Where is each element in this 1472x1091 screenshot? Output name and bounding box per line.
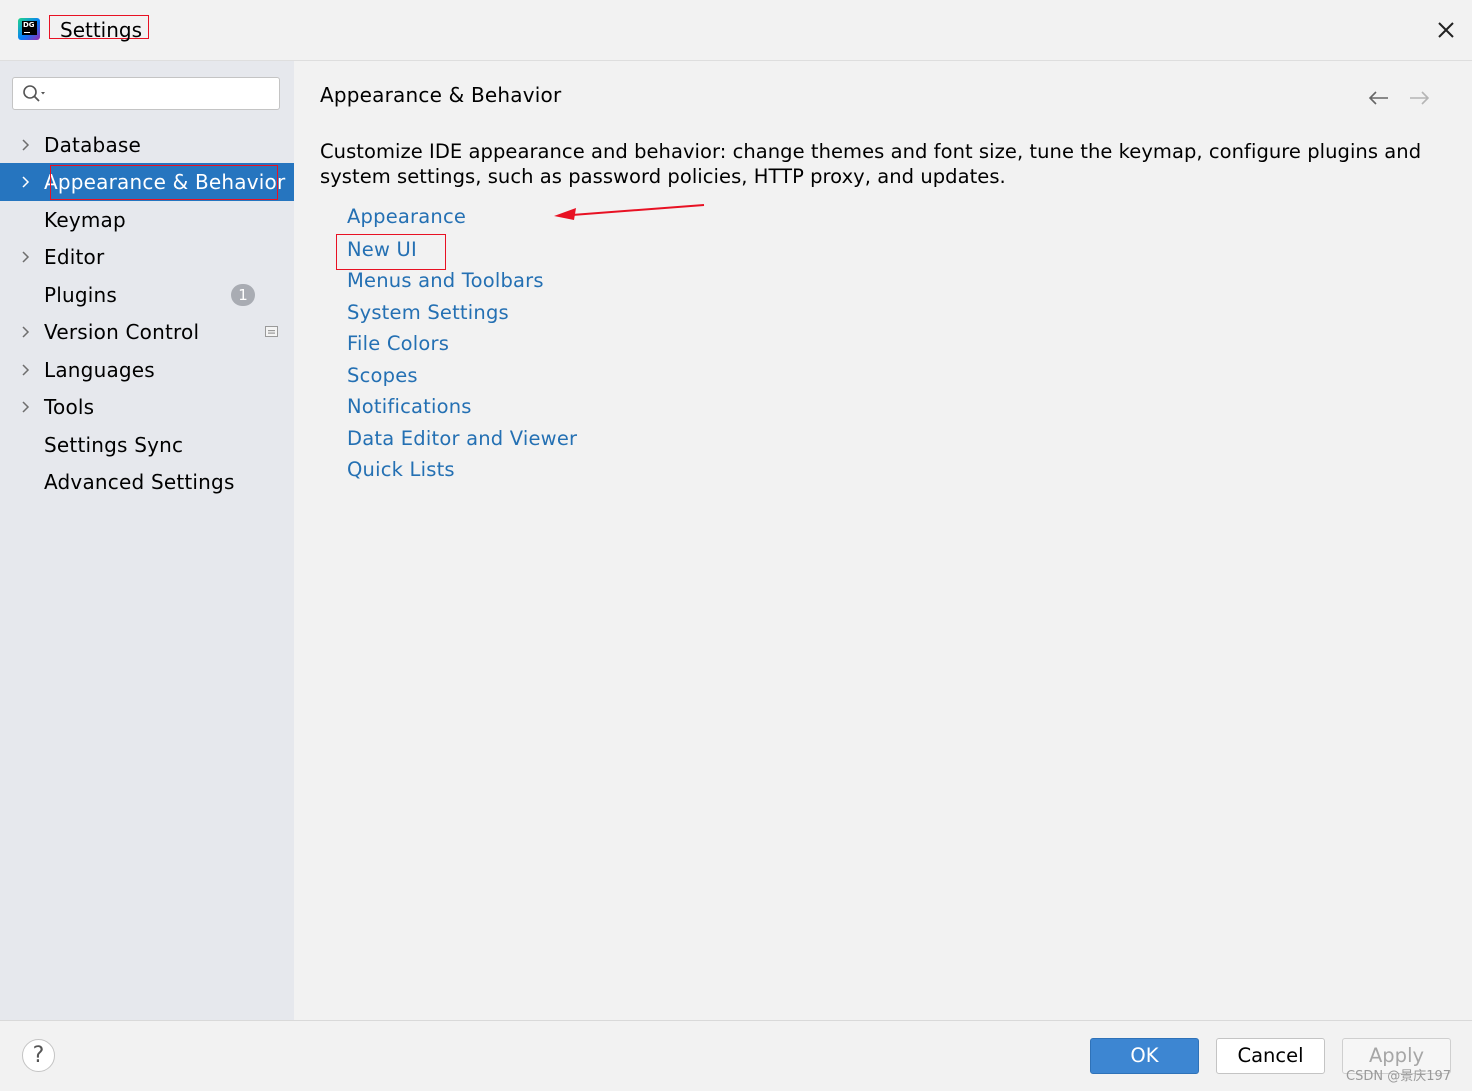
sidebar-item-label: Languages	[44, 358, 155, 382]
annotation-highlight-box	[336, 234, 446, 270]
update-count-badge: 1	[231, 284, 255, 306]
settings-content: Appearance & Behavior Customize IDE appe…	[294, 61, 1472, 1020]
search-input[interactable]	[55, 82, 279, 107]
sidebar-item-database[interactable]: Database	[0, 126, 294, 164]
sidebar-item-editor[interactable]: Editor	[0, 238, 294, 276]
title-bar: DG Settings	[0, 0, 1472, 61]
search-field[interactable]	[12, 77, 280, 110]
sidebar-item-label: Plugins	[44, 283, 118, 307]
sidebar-item-label: Advanced Settings	[44, 470, 235, 494]
sidebar-item-label: Database	[44, 133, 142, 157]
link-notifications[interactable]: Notifications	[347, 393, 472, 421]
chevron-right-icon[interactable]	[20, 139, 32, 151]
sidebar-item-label: Version Control	[44, 320, 200, 344]
annotation-arrow	[554, 204, 705, 220]
sidebar-item-version-control[interactable]: Version Control	[0, 313, 294, 351]
settings-sidebar: Database Appearance & Behavior Keymap Ed…	[0, 61, 294, 1020]
page-title: Appearance & Behavior	[320, 83, 562, 107]
sidebar-item-advanced-settings[interactable]: Advanced Settings	[0, 463, 294, 501]
sidebar-item-keymap[interactable]: Keymap	[0, 201, 294, 239]
project-settings-icon	[265, 326, 278, 337]
search-icon	[23, 85, 45, 102]
close-button[interactable]	[1432, 16, 1460, 44]
chevron-right-icon[interactable]	[20, 401, 32, 413]
window-title: Settings	[49, 15, 149, 42]
link-menus-and-toolbars[interactable]: Menus and Toolbars	[347, 267, 544, 295]
datagrip-app-icon: DG	[18, 18, 40, 40]
chevron-right-icon[interactable]	[20, 326, 32, 338]
page-description: Customize IDE appearance and behavior: c…	[320, 140, 1422, 188]
cancel-button[interactable]: Cancel	[1216, 1038, 1325, 1074]
help-button[interactable]: ?	[22, 1039, 55, 1072]
sidebar-item-tools[interactable]: Tools	[0, 388, 294, 426]
ok-button[interactable]: OK	[1090, 1038, 1199, 1074]
link-appearance[interactable]: Appearance	[347, 203, 466, 231]
watermark: CSDN @景庆197	[1346, 1069, 1452, 1084]
dialog-footer: ? OK Cancel Apply CSDN @景庆197	[0, 1020, 1472, 1091]
sidebar-item-languages[interactable]: Languages	[0, 351, 294, 389]
annotation-highlight-box	[50, 165, 278, 200]
sidebar-item-label: Editor	[44, 245, 105, 269]
link-scopes[interactable]: Scopes	[347, 362, 418, 390]
sidebar-item-plugins[interactable]: Plugins 1	[0, 276, 294, 314]
chevron-right-icon[interactable]	[20, 364, 32, 376]
close-icon	[1438, 22, 1454, 38]
link-file-colors[interactable]: File Colors	[347, 330, 449, 358]
sidebar-item-label: Settings Sync	[44, 433, 184, 457]
forward-arrow-icon[interactable]	[1410, 91, 1430, 105]
app-icon-text: DG	[22, 21, 37, 35]
sidebar-item-appearance-behavior[interactable]: Appearance & Behavior	[0, 163, 294, 201]
sidebar-item-label: Tools	[44, 395, 95, 419]
sidebar-item-label: Keymap	[44, 208, 126, 232]
chevron-right-icon[interactable]	[20, 251, 32, 263]
link-quick-lists[interactable]: Quick Lists	[347, 456, 455, 484]
back-arrow-icon[interactable]	[1368, 91, 1388, 105]
navigation-arrows	[1368, 91, 1430, 105]
chevron-right-icon[interactable]	[20, 176, 32, 188]
link-system-settings[interactable]: System Settings	[347, 299, 509, 327]
sidebar-item-settings-sync[interactable]: Settings Sync	[0, 426, 294, 464]
link-data-editor-and-viewer[interactable]: Data Editor and Viewer	[347, 425, 577, 453]
